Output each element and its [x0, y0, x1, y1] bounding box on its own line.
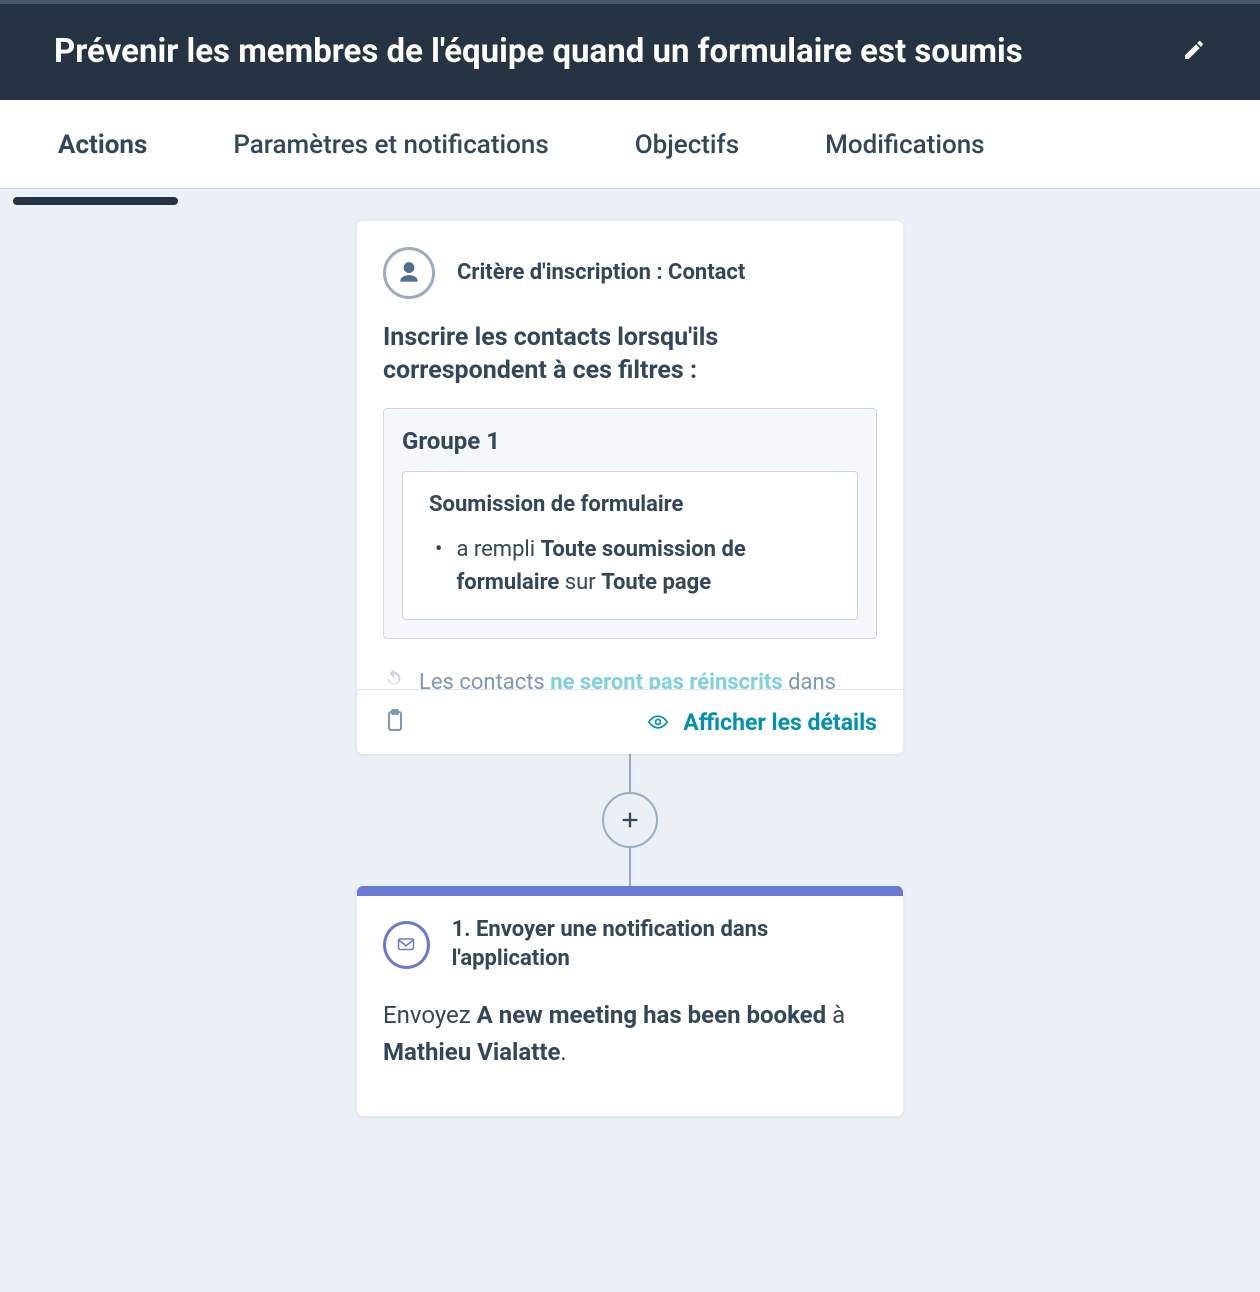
group-label: Groupe 1: [402, 427, 858, 455]
filter-prefix: a rempli: [456, 537, 540, 562]
filter-title: Soumission de formulaire: [429, 492, 831, 517]
filter-group: Groupe 1 Soumission de formulaire • a re…: [383, 408, 877, 639]
filter-rule: • a rempli Toute soumission de formulair…: [429, 533, 831, 599]
show-details-link[interactable]: Afficher les détails: [645, 709, 877, 736]
criteria-label: Critère d'inscription : Contact: [457, 260, 745, 285]
refresh-icon: [383, 668, 405, 689]
connector-line: [629, 848, 631, 886]
action-description: Envoyez A new meeting has been booked à …: [357, 979, 903, 1115]
card-footer: Afficher les détails: [357, 689, 903, 754]
pencil-icon[interactable]: [1182, 38, 1206, 66]
workflow-canvas: Critère d'inscription : Contact Inscrire…: [0, 189, 1260, 1116]
add-step-button[interactable]: [602, 792, 658, 848]
details-label: Afficher les détails: [683, 709, 877, 736]
clipboard-icon[interactable]: [383, 706, 407, 738]
connector-line: [629, 754, 631, 792]
filter-box: Soumission de formulaire • a rempli Tout…: [402, 471, 858, 620]
enrollment-description: Inscrire les contacts lorsqu'ils corresp…: [383, 321, 877, 389]
tab-modifications[interactable]: Modifications: [825, 100, 984, 188]
tab-objectives[interactable]: Objectifs: [635, 100, 739, 188]
page-header: Prévenir les membres de l'équipe quand u…: [0, 4, 1260, 100]
tab-bar: Actions Paramètres et notifications Obje…: [0, 100, 1260, 189]
filter-page: Toute page: [601, 570, 711, 595]
mail-icon: [383, 921, 430, 969]
eye-icon: [645, 712, 671, 732]
reenroll-note: Les contacts ne seront pas réinscrits da…: [357, 649, 903, 689]
trigger-card[interactable]: Critère d'inscription : Contact Inscrire…: [357, 221, 903, 755]
contact-icon: [383, 247, 435, 299]
action-card[interactable]: 1. Envoyer une notification dans l'appli…: [357, 886, 903, 1116]
action-card-accent: [357, 886, 903, 896]
workflow-title: Prévenir les membres de l'équipe quand u…: [54, 32, 1023, 72]
action-title: 1. Envoyer une notification dans l'appli…: [452, 916, 877, 973]
tab-settings[interactable]: Paramètres et notifications: [233, 100, 548, 188]
tab-actions[interactable]: Actions: [58, 100, 147, 188]
filter-mid: sur: [559, 570, 601, 595]
